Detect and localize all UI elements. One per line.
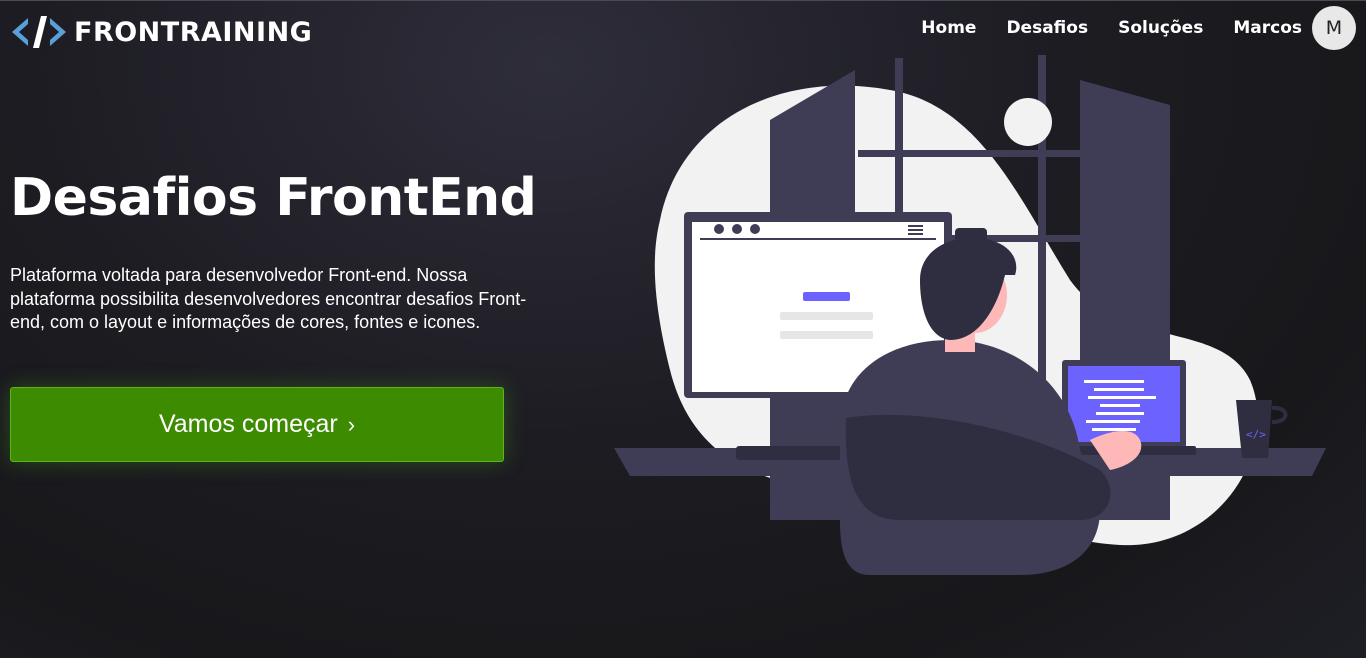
hero-title: Desafios FrontEnd	[10, 168, 537, 228]
start-button[interactable]: Vamos começar ›	[10, 387, 504, 462]
code-brackets-logo-icon	[12, 16, 66, 48]
developer-illustration: </>	[614, 55, 1326, 575]
start-button-label: Vamos começar	[158, 410, 338, 438]
svg-text:</>: </>	[1246, 428, 1266, 441]
user-name-link[interactable]: Marcos	[1233, 18, 1302, 38]
top-nav: Home Desafios Soluções Marcos M	[891, 5, 1356, 51]
chevron-right-icon: ›	[347, 411, 356, 437]
hero-description: Plataforma voltada para desenvolvedor Fr…	[10, 265, 527, 332]
logo-text: FRONTRAINING	[74, 16, 313, 48]
avatar[interactable]: M	[1312, 6, 1356, 50]
top-border	[0, 0, 1366, 1]
nav-desafios-link[interactable]: Desafios	[1006, 18, 1088, 38]
nav-home-link[interactable]: Home	[921, 18, 976, 38]
logo[interactable]: FRONTRAINING	[10, 12, 312, 52]
nav-solucoes-link[interactable]: Soluções	[1118, 18, 1203, 38]
